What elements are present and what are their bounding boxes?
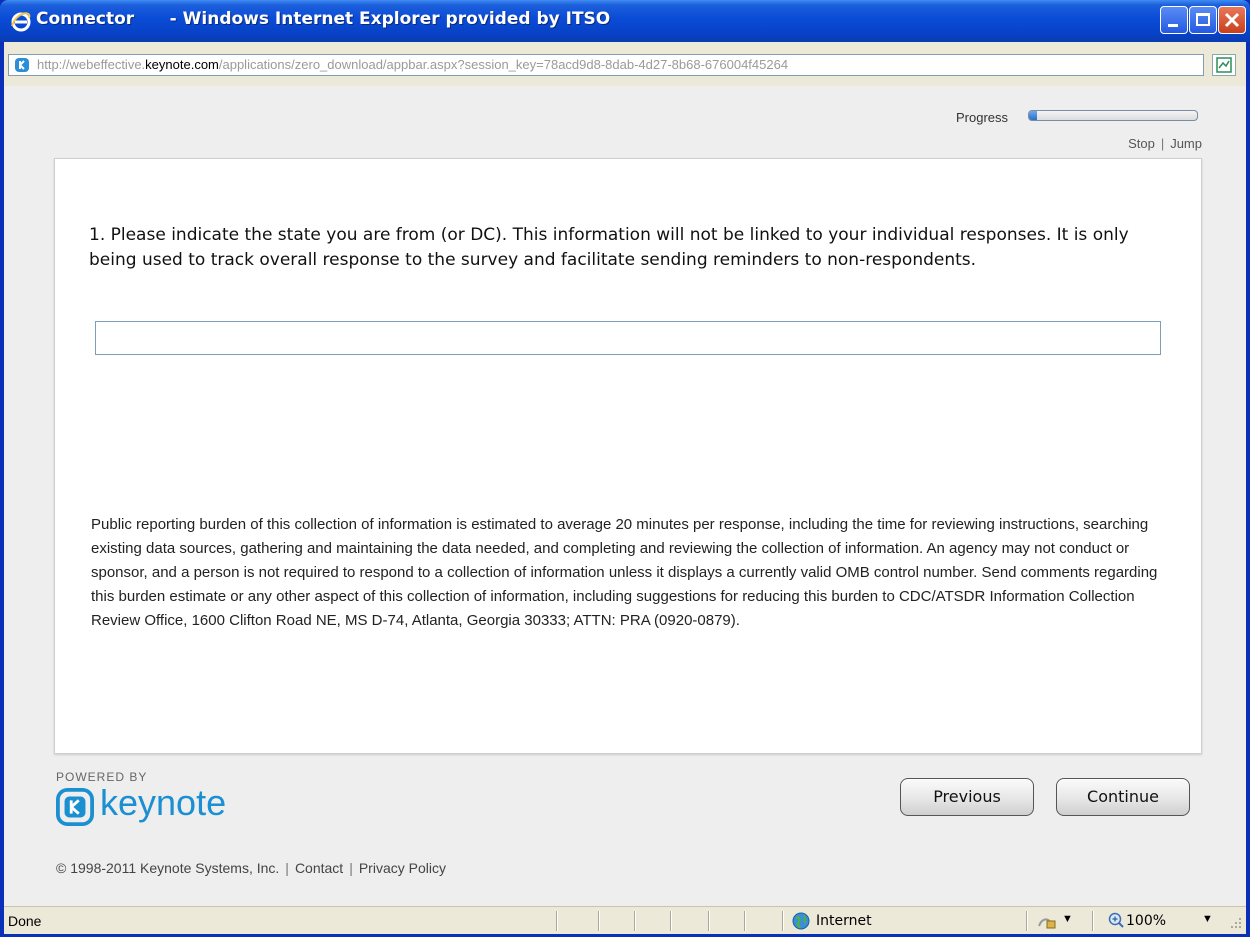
progress-fill <box>1029 111 1038 120</box>
status-divider <box>1026 911 1028 931</box>
internet-explorer-icon <box>11 12 31 32</box>
address-url: http://webeffective.keynote.com/applicat… <box>37 57 788 72</box>
protected-mode-icon[interactable] <box>1038 913 1056 929</box>
zoom-icon <box>1108 912 1124 928</box>
state-answer-input[interactable] <box>95 321 1161 355</box>
status-divider <box>744 911 746 931</box>
status-divider <box>556 911 558 931</box>
keynote-logo: keynote <box>56 782 276 830</box>
footer-separator: | <box>349 860 353 876</box>
protected-mode-dropdown-icon[interactable]: ▼ <box>1062 913 1073 925</box>
task-nav: Stop | Jump <box>1128 136 1202 151</box>
question-text: 1. Please indicate the state you are fro… <box>89 225 1129 270</box>
maximize-button[interactable] <box>1189 6 1217 34</box>
close-icon <box>1224 12 1240 28</box>
contact-link[interactable]: Contact <box>295 860 343 876</box>
address-bar: http://webeffective.keynote.com/applicat… <box>4 42 1246 86</box>
status-divider <box>598 911 600 931</box>
url-path: /applications/zero_download/appbar.aspx?… <box>218 57 789 72</box>
progress-label: Progress <box>956 110 1009 125</box>
status-divider <box>1092 911 1094 931</box>
window-title: Connector - Windows Internet Explorer pr… <box>36 9 611 29</box>
progress-bar <box>1028 110 1198 121</box>
compatibility-view-icon <box>1216 57 1232 73</box>
globe-icon <box>792 912 810 930</box>
status-divider <box>670 911 672 931</box>
minimize-icon <box>1168 24 1178 27</box>
footer: © 1998-2011 Keynote Systems, Inc. | Contac… <box>56 860 446 876</box>
keynote-favicon-icon <box>15 58 29 72</box>
stop-link[interactable]: Stop <box>1128 136 1155 151</box>
privacy-policy-link[interactable]: Privacy Policy <box>359 860 446 876</box>
nav-separator: | <box>1160 136 1165 151</box>
keynote-logo-icon <box>56 788 94 826</box>
browser-window: Connector - Windows Internet Explorer pr… <box>0 0 1250 937</box>
address-field[interactable]: http://webeffective.keynote.com/applicat… <box>8 54 1204 76</box>
title-bar: Connector - Windows Internet Explorer pr… <box>0 0 1250 42</box>
status-text: Done <box>8 913 42 929</box>
zoom-level[interactable]: 100% <box>1126 913 1166 929</box>
status-divider <box>634 911 636 931</box>
previous-button[interactable]: Previous <box>900 778 1034 816</box>
burden-statement: Public reporting burden of this collecti… <box>91 516 1158 629</box>
status-divider <box>708 911 710 931</box>
minimize-button[interactable] <box>1160 6 1188 34</box>
compatibility-view-button[interactable] <box>1212 54 1236 76</box>
jump-link[interactable]: Jump <box>1170 136 1202 151</box>
page-content: Progress Stop | Jump 1. Please indicate th… <box>4 86 1246 906</box>
survey-panel: 1. Please indicate the state you are fro… <box>54 158 1202 754</box>
security-zone[interactable]: Internet <box>816 913 872 929</box>
continue-button[interactable]: Continue <box>1056 778 1190 816</box>
status-bar: Done Internet ▼ 100% ▼ <box>4 906 1246 934</box>
footer-separator: | <box>285 860 289 876</box>
zoom-dropdown-icon[interactable]: ▼ <box>1202 913 1213 925</box>
copyright: © 1998-2011 Keynote Systems, Inc. <box>56 860 280 876</box>
maximize-icon <box>1196 13 1210 26</box>
close-button[interactable] <box>1218 6 1246 34</box>
url-prefix: http://webeffective. <box>37 57 146 72</box>
resize-grip-icon[interactable] <box>1230 917 1242 929</box>
status-divider <box>782 911 784 931</box>
logo-text: keynote <box>100 782 227 823</box>
url-domain: keynote.com <box>145 57 219 72</box>
